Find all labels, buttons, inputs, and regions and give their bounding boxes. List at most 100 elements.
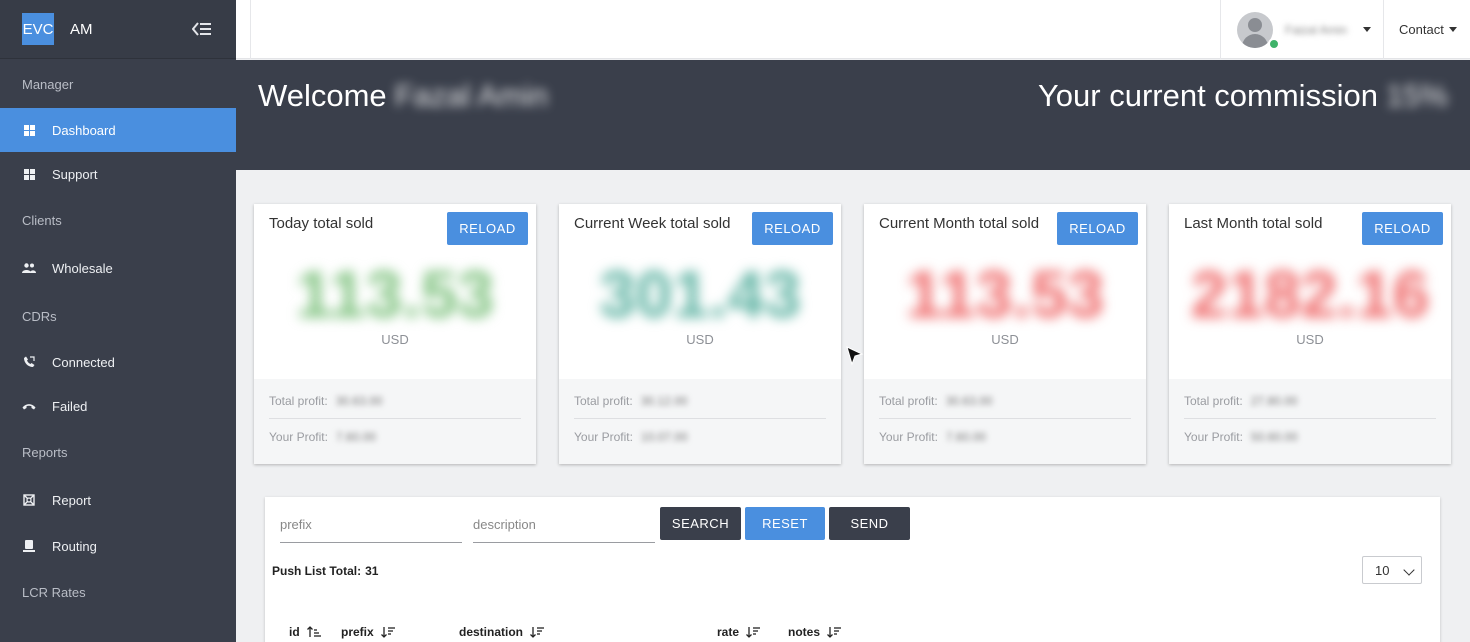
- reload-button[interactable]: RELOAD: [752, 212, 833, 245]
- reset-button[interactable]: RESET: [745, 507, 825, 540]
- card-footer: Total profit: 30.12.00 Your Profit: 10.0…: [559, 379, 841, 464]
- collapse-sidebar-icon[interactable]: [192, 21, 212, 37]
- column-header-notes[interactable]: notes: [788, 625, 842, 639]
- card-title: Today total sold: [269, 215, 374, 232]
- total-profit-label: Total profit:: [574, 394, 633, 408]
- total-profit-row: Total profit: 27.80.00: [1184, 384, 1436, 419]
- description-input[interactable]: [473, 517, 655, 532]
- currency-label: USD: [991, 332, 1019, 347]
- online-status-icon: [1268, 38, 1280, 50]
- column-label: destination: [459, 625, 524, 639]
- total-profit-value: 30.63.00: [335, 394, 383, 408]
- commission-label: Your current commission: [1037, 78, 1378, 113]
- sidebar-item-label: Report: [52, 492, 92, 508]
- push-list-total: Push List Total: 31: [272, 564, 378, 578]
- sidebar-item-wholesale[interactable]: Wholesale: [0, 244, 236, 292]
- total-profit-value: 30.12.00: [640, 394, 688, 408]
- total-profit-label: Total profit:: [1184, 394, 1243, 408]
- section-reports: Reports: [22, 444, 68, 460]
- grid-icon: [22, 167, 36, 181]
- avatar-head: [1248, 17, 1262, 32]
- column-header-id[interactable]: id: [289, 625, 321, 639]
- grid-icon: [22, 123, 36, 137]
- section-manager: Manager: [22, 76, 74, 92]
- chevron-down-icon: [1363, 27, 1371, 32]
- section-lcr-rates[interactable]: LCR Rates: [0, 568, 236, 616]
- sold-value: 113.53: [905, 257, 1105, 331]
- card-footer: Total profit: 30.63.00 Your Profit: 7.60…: [254, 379, 536, 464]
- push-total-value: 31: [365, 564, 379, 578]
- your-profit-row: Your Profit: 7.60.00: [269, 419, 521, 454]
- card-last-month-sold: Last Month total sold RELOAD 2182.16 USD…: [1169, 204, 1451, 464]
- currency-label: USD: [1296, 332, 1324, 347]
- your-profit-value: 10.07.00: [640, 429, 688, 444]
- sidebar-item-support[interactable]: Support: [0, 152, 236, 196]
- your-profit-label: Your Profit:: [269, 429, 328, 444]
- push-total-label: Push List Total:: [272, 564, 362, 578]
- avatar-body: [1242, 33, 1268, 48]
- contact-menu[interactable]: Contact: [1399, 0, 1457, 59]
- sort-icon: [380, 627, 395, 638]
- search-button[interactable]: SEARCH: [660, 507, 741, 540]
- prefix-input[interactable]: [280, 517, 462, 532]
- people-icon: [22, 261, 36, 275]
- sold-value: 301.43: [599, 257, 801, 331]
- sidebar-item-label: Wholesale: [52, 260, 113, 276]
- column-header-destination[interactable]: destination: [459, 625, 545, 639]
- commission-value: 15%: [1385, 78, 1448, 113]
- column-header-prefix[interactable]: prefix: [341, 625, 395, 639]
- page-size-value: 10: [1375, 562, 1390, 578]
- column-label: id: [289, 625, 300, 639]
- total-profit-label: Total profit:: [269, 394, 328, 408]
- prefix-field[interactable]: [280, 507, 462, 543]
- sold-value: 2182.16: [1190, 257, 1430, 331]
- your-profit-row: Your Profit: 7.60.00: [879, 419, 1131, 454]
- column-header-rate[interactable]: rate: [717, 625, 761, 639]
- reload-button[interactable]: RELOAD: [1362, 212, 1443, 245]
- your-profit-label: Your Profit:: [879, 429, 938, 444]
- section-clients: Clients: [22, 212, 62, 228]
- your-profit-value: 7.60.00: [945, 429, 986, 444]
- reload-button[interactable]: RELOAD: [1057, 212, 1138, 245]
- user-menu[interactable]: Faizal Amin: [1220, 0, 1384, 59]
- brand-name: AM: [70, 20, 93, 38]
- column-label: rate: [717, 625, 740, 639]
- sidebar-item-label: Dashboard: [52, 122, 116, 138]
- sidebar-item-label: Failed: [52, 398, 88, 414]
- total-profit-value: 30.63.00: [945, 394, 993, 408]
- total-profit-row: Total profit: 30.63.00: [879, 384, 1131, 419]
- top-bar: Faizal Amin Contact: [236, 0, 1470, 59]
- currency-label: USD: [381, 332, 409, 347]
- sidebar-item-connected[interactable]: Connected: [0, 340, 236, 384]
- page-size-select[interactable]: 10: [1362, 556, 1422, 584]
- your-profit-row: Your Profit: 10.07.00: [574, 419, 826, 454]
- sidebar-item-report[interactable]: Report: [0, 476, 236, 524]
- sidebar-item-label: Support: [52, 166, 98, 182]
- phone-hangup-icon: [22, 399, 36, 413]
- card-footer: Total profit: 30.63.00 Your Profit: 7.60…: [864, 379, 1146, 464]
- sidebar-item-failed[interactable]: Failed: [0, 384, 236, 428]
- reload-button[interactable]: RELOAD: [447, 212, 528, 245]
- card-title: Current Week total sold: [574, 215, 731, 232]
- routing-icon: [22, 539, 36, 553]
- send-button[interactable]: SEND: [829, 507, 910, 540]
- sold-value: 113.53: [295, 257, 495, 331]
- currency-label: USD: [686, 332, 714, 347]
- brand-logo[interactable]: EVC: [22, 13, 54, 45]
- push-list-panel: SEARCH RESET SEND Push List Total: 31 10…: [265, 497, 1440, 642]
- sidebar-item-routing[interactable]: Routing: [0, 524, 236, 568]
- sort-icon: [746, 627, 761, 638]
- sidebar-item-dashboard[interactable]: Dashboard: [0, 108, 236, 152]
- description-field[interactable]: [473, 507, 655, 543]
- phone-connected-icon: [22, 355, 36, 369]
- contact-label: Contact: [1399, 22, 1444, 37]
- sidebar-item-label: Routing: [52, 538, 97, 554]
- sidebar-item-label: Connected: [52, 354, 115, 370]
- sort-ascending-icon: [306, 626, 321, 637]
- card-week-sold: Current Week total sold RELOAD 301.43 US…: [559, 204, 841, 464]
- column-label: prefix: [341, 625, 374, 639]
- total-profit-value: 27.80.00: [1250, 394, 1298, 408]
- welcome-label: Welcome: [258, 78, 387, 113]
- card-footer: Total profit: 27.80.00 Your Profit: 50.6…: [1169, 379, 1451, 464]
- total-profit-row: Total profit: 30.63.00: [269, 384, 521, 419]
